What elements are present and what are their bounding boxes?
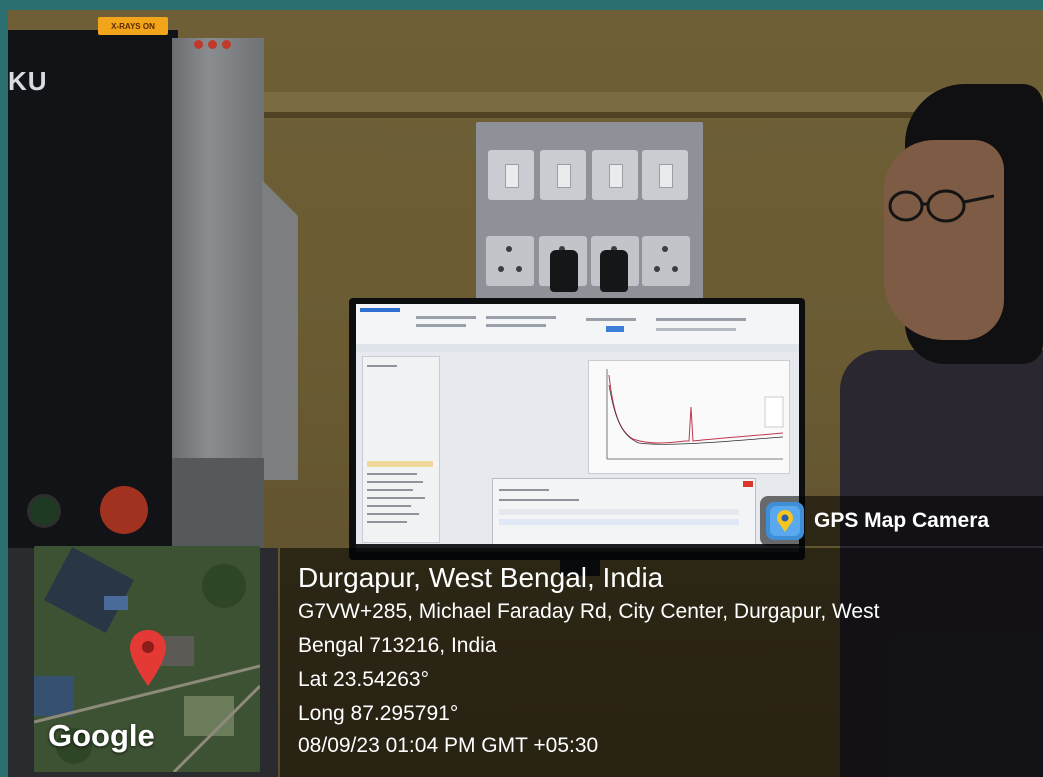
wall-switchboard [476, 122, 703, 300]
wall-switch [540, 150, 586, 200]
gps-app-badge: GPS Map Camera [760, 496, 1043, 546]
xrd-machine-door [172, 38, 264, 458]
person-face [884, 140, 1004, 340]
gps-map-camera-icon [766, 502, 804, 540]
longitude-text: Long 87.295791° [298, 702, 459, 725]
address-line-1: G7VW+285, Michael Faraday Rd, City Cente… [298, 600, 880, 623]
place-title: Durgapur, West Bengal, India [298, 562, 664, 593]
green-machine-button [27, 494, 61, 528]
dialog-controls [499, 481, 753, 525]
gps-app-name: GPS Map Camera [814, 509, 990, 532]
latitude-text: Lat 23.54263° [298, 668, 430, 691]
power-socket [486, 236, 534, 286]
diffraction-plot [606, 369, 784, 460]
photo-scene: X-RAYS ON KU GPS Map Camera Google Durga… [0, 0, 1043, 777]
wall-switch [592, 150, 638, 200]
software-tab-strip [356, 344, 799, 352]
software-side-panel [362, 356, 440, 543]
software-dialog [492, 478, 756, 550]
indicator-led [222, 40, 231, 49]
google-logo: Google [48, 718, 155, 753]
machine-brand-text: KU [8, 66, 48, 96]
indicator-led [194, 40, 203, 49]
address-line-2: Bengal 713216, India [298, 634, 497, 657]
ribbon-controls [360, 308, 746, 332]
xrd-machine-side-panel [262, 180, 298, 480]
diffraction-plot-panel [588, 360, 790, 474]
power-plug [600, 250, 628, 292]
software-ribbon [356, 304, 799, 345]
eyeglasses [888, 189, 994, 223]
xrd-machine-body [8, 30, 178, 550]
xray-warning-light: X-RAYS ON [98, 17, 168, 35]
power-socket [642, 236, 690, 286]
indicator-led [208, 40, 217, 49]
side-panel-items [367, 365, 433, 523]
red-emergency-button [100, 486, 148, 534]
power-plug [550, 250, 578, 292]
datetime-text: 08/09/23 01:04 PM GMT +05:30 [298, 734, 599, 757]
wall-switch [488, 150, 534, 200]
xrd-machine-lower-panel [172, 458, 264, 548]
map-pin-icon [130, 630, 166, 686]
indicator-leds [194, 40, 231, 49]
diffraction-trace [608, 374, 784, 444]
wall-switch [642, 150, 688, 200]
